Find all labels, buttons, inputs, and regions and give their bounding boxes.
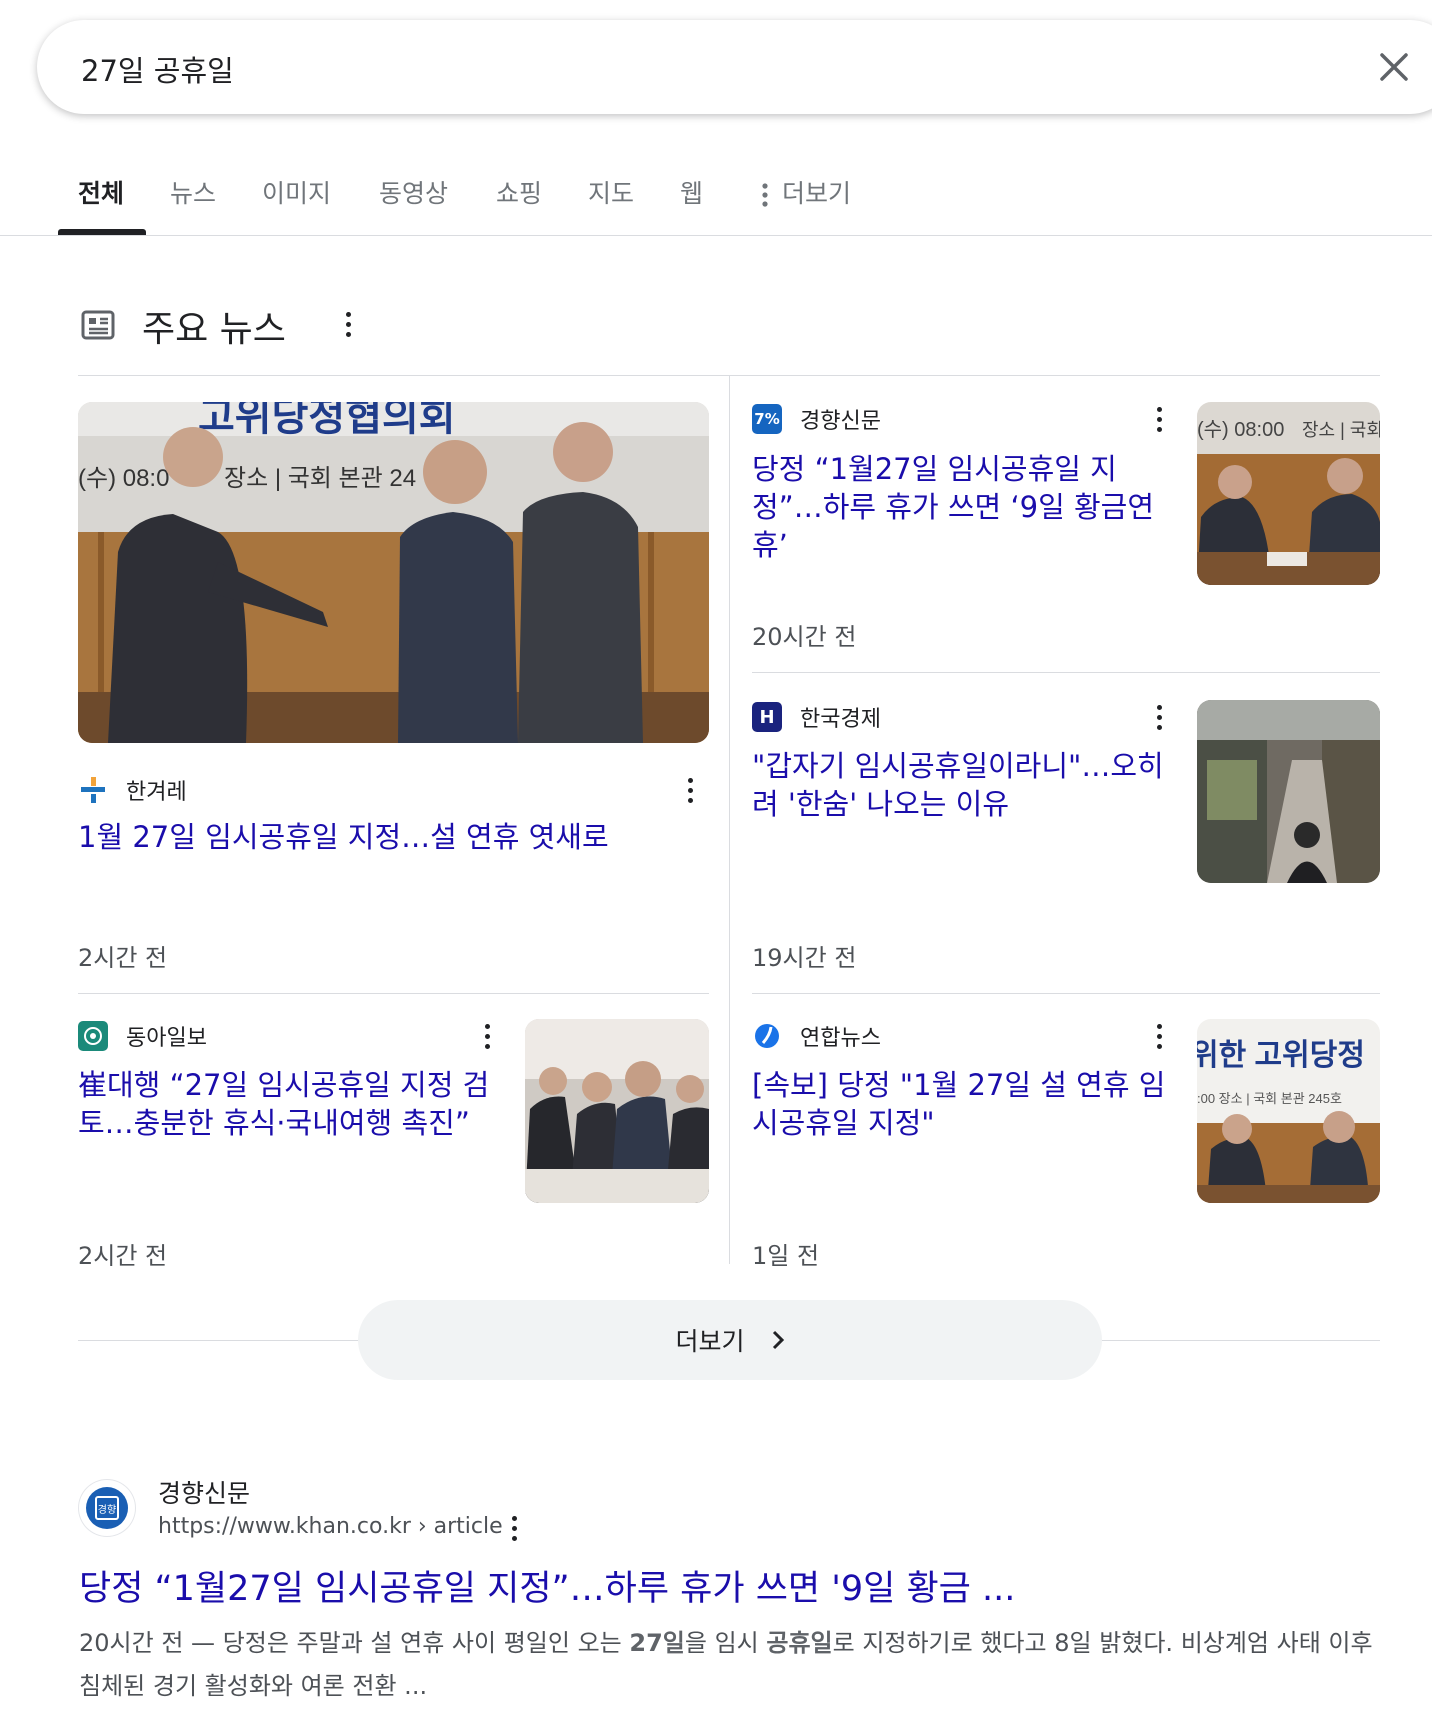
story-source[interactable]: 7% 경향신문	[752, 403, 881, 435]
section-title: 주요 뉴스	[142, 309, 286, 350]
snippet-highlight: 공휴일	[766, 1629, 833, 1657]
site-favicon[interactable]: 경향	[79, 1480, 135, 1536]
section-menu-icon[interactable]	[344, 312, 352, 338]
source-name: 한국경제	[800, 707, 881, 732]
snippet-time: 20시간 전 —	[79, 1629, 216, 1657]
story-time: 20시간 전	[752, 623, 857, 651]
snippet-highlight: 27일	[629, 1629, 685, 1657]
close-icon[interactable]	[1377, 50, 1411, 84]
site-url[interactable]: https://www.khan.co.kr › article	[158, 1514, 503, 1539]
donga-logo-icon	[78, 1021, 108, 1051]
chevron-right-icon	[772, 1330, 784, 1350]
photo-caption: :00 장소 | 국회 본관 245호	[1197, 1091, 1342, 1106]
photo-caption: 위한 고위당정	[1197, 1039, 1365, 1072]
story-source[interactable]: 한겨레	[78, 774, 187, 806]
photo-caption: (수) 08:00	[1197, 419, 1284, 441]
khan-logo-icon: 7%	[752, 404, 782, 434]
story-menu-icon[interactable]	[686, 778, 694, 804]
snippet-text: 을 임시	[684, 1629, 767, 1657]
column-divider	[729, 376, 730, 1264]
site-name[interactable]: 경향신문	[158, 1474, 250, 1510]
tab-more[interactable]: 더보기	[762, 174, 851, 210]
result-title[interactable]: 당정 “1월27일 임시공휴일 지정”…하루 휴가 쓰면 '9일 황금 ...	[79, 1560, 1015, 1611]
yonhap-logo-icon	[752, 1021, 782, 1051]
more-vert-icon	[762, 183, 768, 207]
story-headline[interactable]: 1월 27일 임시공휴일 지정…설 연휴 엿새로	[78, 818, 718, 856]
tab-web[interactable]: 웹	[680, 174, 703, 210]
hani-logo-icon	[78, 775, 108, 805]
story-menu-icon[interactable]	[1155, 1024, 1163, 1050]
story-headline[interactable]: 당정 “1월27일 임시공휴일 지정”…하루 휴가 쓰면 ‘9일 황금연휴’	[752, 450, 1187, 564]
story-menu-icon[interactable]	[483, 1024, 491, 1050]
story-image[interactable]: 고위당정협의회 (수) 08:0 장소 | 국회 본관 24	[78, 402, 709, 743]
more-news-label: 더보기	[675, 1327, 745, 1356]
story-time: 1일 전	[752, 1242, 820, 1270]
story-headline[interactable]: [속보] 당정 "1월 27일 설 연휴 임시공휴일 지정"	[752, 1066, 1187, 1142]
source-name: 동아일보	[126, 1026, 207, 1051]
tab-images[interactable]: 이미지	[262, 174, 331, 210]
story-menu-icon[interactable]	[1155, 407, 1163, 433]
active-tab-indicator	[58, 229, 146, 235]
divider	[78, 993, 709, 994]
story-image[interactable]	[525, 1019, 709, 1203]
tab-videos[interactable]: 동영상	[379, 174, 448, 210]
result-menu-icon[interactable]	[510, 1516, 518, 1542]
source-name: 경향신문	[800, 409, 881, 434]
tab-all[interactable]: 전체	[78, 174, 124, 210]
newspaper-icon	[81, 310, 115, 340]
search-bar[interactable]: 27일 공휴일	[37, 20, 1432, 114]
story-image[interactable]: 위한 고위당정 :00 장소 | 국회 본관 245호	[1197, 1019, 1380, 1203]
story-menu-icon[interactable]	[1155, 705, 1163, 731]
search-tabs: 전체 뉴스 이미지 동영상 쇼핑 지도 웹 더보기	[0, 168, 1432, 236]
story-time: 2시간 전	[78, 1242, 168, 1270]
more-news-button[interactable]: 더보기	[358, 1300, 1102, 1380]
story-image[interactable]	[1197, 700, 1380, 883]
svg-text:고위당정협의회: 고위당정협의회	[198, 402, 456, 439]
story-source[interactable]: 동아일보	[78, 1020, 207, 1052]
snippet-text: 당정은 주말과 설 연휴 사이 평일인 오는	[222, 1629, 630, 1657]
story-source[interactable]: H 한국경제	[752, 701, 881, 733]
tab-shopping[interactable]: 쇼핑	[496, 174, 542, 210]
photo-caption: 장소 | 국회	[1302, 420, 1380, 440]
story-photo	[1197, 700, 1380, 883]
source-name: 한겨레	[126, 780, 187, 805]
story-time: 19시간 전	[752, 944, 857, 972]
story-source[interactable]: 연합뉴스	[752, 1020, 881, 1052]
story-headline[interactable]: "갑자기 임시공휴일이라니"…오히려 '한숨' 나오는 이유	[752, 747, 1187, 823]
story-photo: 고위당정협의회 (수) 08:0 장소 | 국회 본관 24	[78, 402, 709, 743]
story-photo: (수) 08:00 장소 | 국회	[1197, 402, 1380, 585]
khan-favicon-icon: 경향	[86, 1487, 128, 1529]
tab-news[interactable]: 뉴스	[170, 174, 216, 210]
photo-caption: (수) 08:0	[78, 465, 169, 492]
search-input[interactable]: 27일 공휴일	[81, 48, 234, 90]
tab-more-label: 더보기	[782, 179, 852, 208]
story-photo	[525, 1019, 709, 1203]
hankyung-logo-icon: H	[752, 702, 782, 732]
source-name: 연합뉴스	[800, 1026, 881, 1051]
divider	[752, 993, 1380, 994]
favicon-label: 경향	[98, 1503, 116, 1516]
story-headline[interactable]: 崔대행 “27일 임시공휴일 지정 검토…충분한 휴식·국내여행 촉진”	[78, 1066, 508, 1142]
tab-maps[interactable]: 지도	[588, 174, 634, 210]
story-time: 2시간 전	[78, 944, 168, 972]
story-image[interactable]: (수) 08:00 장소 | 국회	[1197, 402, 1380, 585]
divider	[752, 672, 1380, 673]
photo-caption: 장소 | 국회 본관 24	[224, 465, 416, 492]
story-photo: 위한 고위당정 :00 장소 | 국회 본관 245호	[1197, 1019, 1380, 1203]
result-snippet: 20시간 전 — 당정은 주말과 설 연휴 사이 평일인 오는 27일을 임시 …	[79, 1622, 1379, 1708]
